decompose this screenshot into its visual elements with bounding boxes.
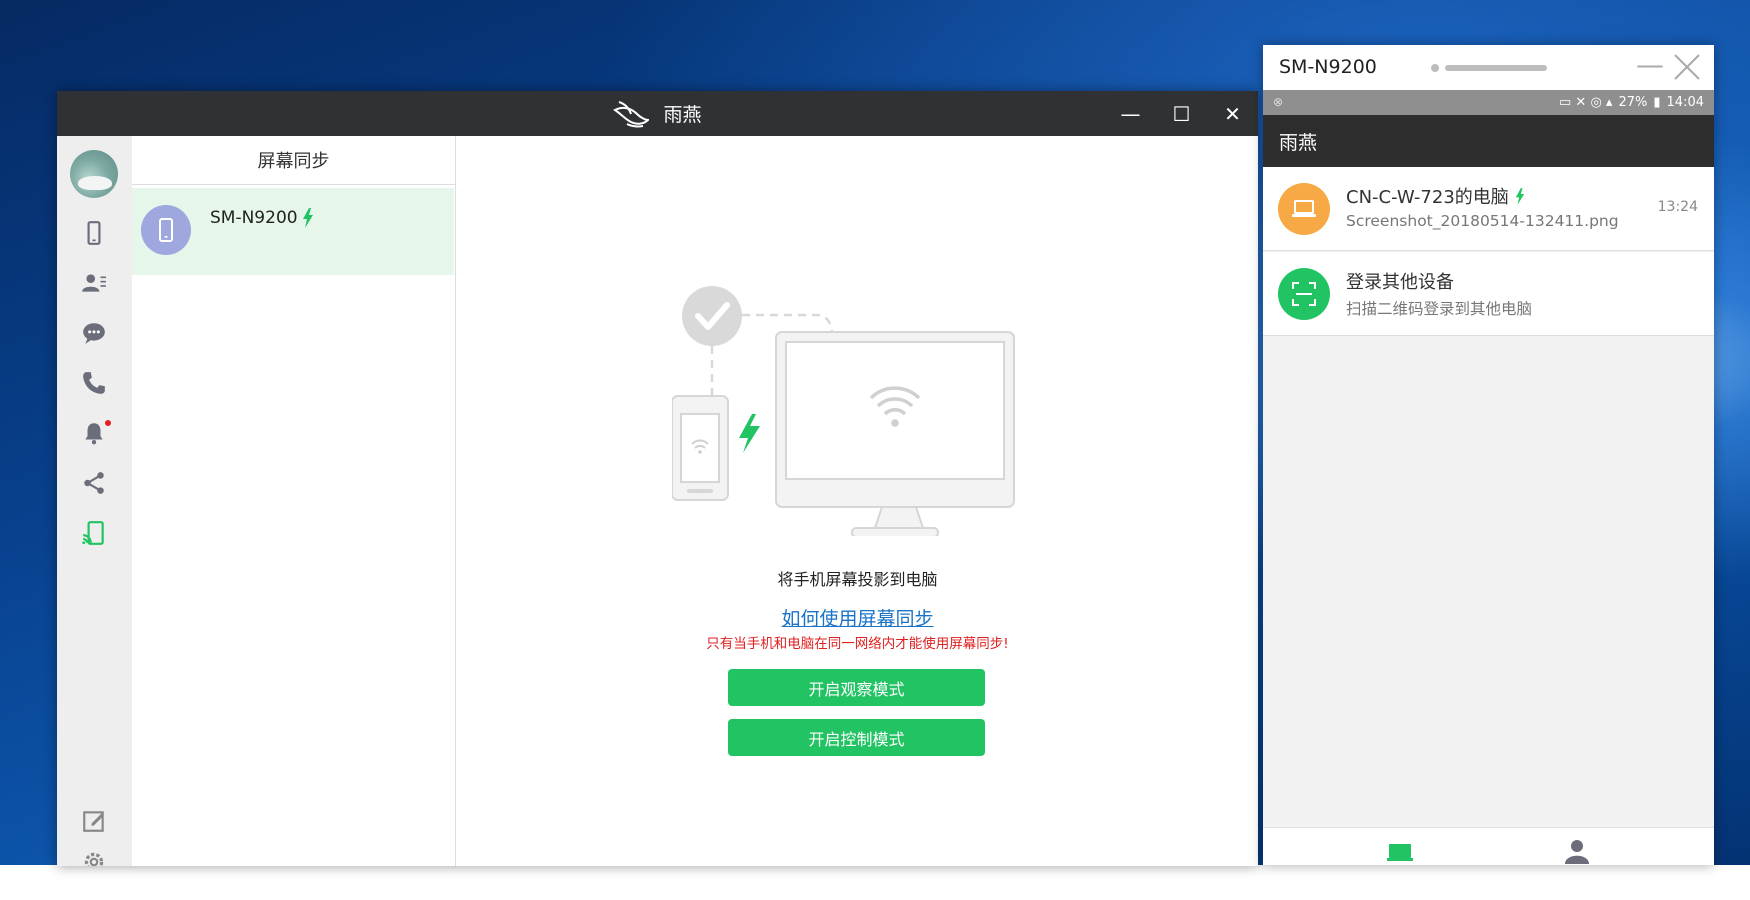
lightning-icon [302,208,313,228]
phone-app-title: 雨燕 [1279,131,1318,154]
taskbar-strip [0,865,1750,900]
nav-notifications-icon[interactable] [75,414,113,452]
row-time: 13:24 [1657,199,1698,215]
device-phone-icon [141,205,191,255]
swallow-logo-icon [613,100,650,127]
laptop-icon [1278,183,1330,235]
nav-screen-cast-icon[interactable] [75,514,113,552]
computer-name-label: CN-C-W-723的电脑 [1346,187,1509,208]
nav-phone-icon[interactable] [75,214,113,252]
tab-profile-icon[interactable] [1562,838,1592,864]
control-mode-button[interactable]: 开启控制模式 [728,719,985,756]
battery-icon: ▮ [1653,95,1661,110]
last-file-name: Screenshot_20180514-132411.png [1346,212,1619,230]
battery-level: 27% [1618,95,1648,110]
nav-edit-icon[interactable] [75,802,113,840]
drag-handle-icon[interactable] [1431,64,1547,72]
phone-to-pc-illustration [672,286,1015,536]
nav-messages-icon[interactable] [75,314,113,352]
screen-sync-content: 将手机屏幕投影到电脑 如何使用屏幕同步 只有当手机和电脑在同一网络内才能使用屏幕… [457,136,1258,866]
main-window: 雨燕 — ☐ ✕ 屏幕同步 SM-N9200 将手机屏幕投影到电脑 如何使用屏幕… [57,91,1258,866]
status-icons: ▭ ✕ ◎ ▴ [1559,95,1613,110]
window-controls: — ☐ ✕ [1105,91,1258,136]
device-list-header: 屏幕同步 [132,136,455,185]
notification-badge [105,420,111,426]
observe-mode-button[interactable]: 开启观察模式 [728,669,985,706]
lightning-icon [1515,187,1524,205]
phone-window-title: SM-N9200 [1279,56,1377,78]
left-nav-bar [57,136,132,866]
nav-settings-icon[interactable] [75,844,113,866]
window-title: 雨燕 [663,104,702,126]
network-warning: 只有当手机和电脑在同一网络内才能使用屏幕同步! [706,636,1009,652]
nav-share-icon[interactable] [75,464,113,502]
tab-computer-icon[interactable] [1385,838,1415,864]
howto-link[interactable]: 如何使用屏幕同步 [457,604,1258,631]
phone-bottom-tabs [1263,827,1714,865]
minimize-button[interactable]: — [1105,91,1156,136]
screen-sync-caption: 将手机屏幕投影到电脑 [777,570,938,589]
connected-computer-row[interactable]: CN-C-W-723的电脑 Screenshot_20180514-132411… [1263,167,1714,251]
nav-contacts-icon[interactable] [75,264,113,302]
close-button[interactable]: ✕ [1207,91,1258,136]
device-list-panel: 屏幕同步 SM-N9200 [132,136,456,866]
scan-qr-icon [1278,268,1330,320]
app-status-icon: ⊗ [1273,95,1284,109]
phone-app-bar: 雨燕 [1263,115,1714,167]
phone-status-bar: ⊗ ▭ ✕ ◎ ▴ 27% ▮ 14:04 [1263,90,1714,115]
login-other-title: 登录其他设备 [1346,272,1454,293]
titlebar[interactable]: 雨燕 — ☐ ✕ [57,91,1258,136]
nav-calls-icon[interactable] [75,364,113,402]
phone-minimize-icon[interactable]: — [1633,50,1667,84]
maximize-button[interactable]: ☐ [1156,91,1207,136]
phone-mirror-window: SM-N9200 — ⊗ ▭ ✕ ◎ ▴ 27% ▮ 14:04 雨燕 CN-C… [1263,45,1714,865]
device-row[interactable]: SM-N9200 [132,188,454,275]
user-avatar[interactable] [70,150,118,198]
phone-titlebar[interactable]: SM-N9200 — [1263,45,1714,90]
status-time: 14:04 [1666,95,1704,110]
title-area: 雨燕 [613,98,702,130]
phone-close-icon[interactable] [1670,50,1704,84]
login-other-subtitle: 扫描二维码登录到其他电脑 [1346,300,1533,318]
device-name: SM-N9200 [210,208,314,228]
computer-name: CN-C-W-723的电脑 [1346,183,1525,209]
device-name-label: SM-N9200 [210,208,298,228]
login-other-device-row[interactable]: 登录其他设备 扫描二维码登录到其他电脑 [1263,252,1714,336]
